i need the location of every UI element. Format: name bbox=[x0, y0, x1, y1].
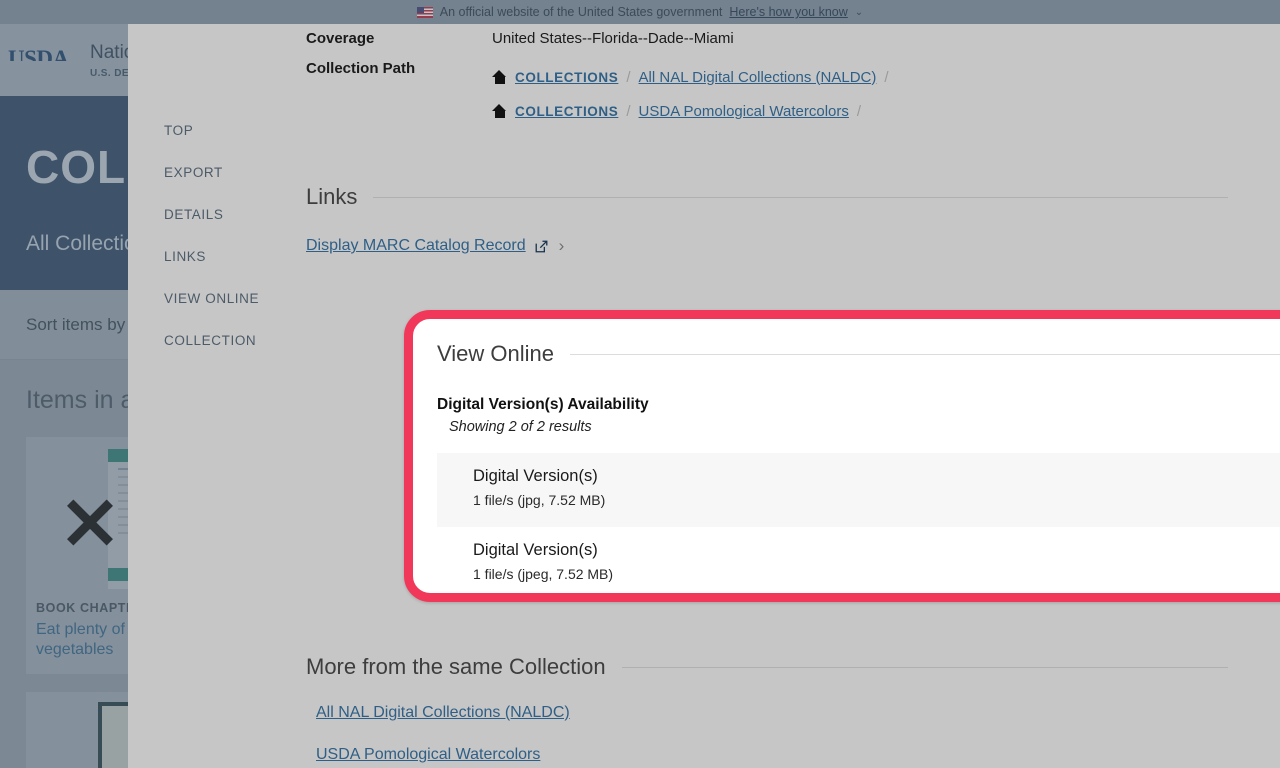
view-online-heading: View Online bbox=[437, 341, 554, 366]
record-detail-panel: Coverage United States--Florida--Dade--M… bbox=[128, 24, 1280, 768]
nav-item-top[interactable]: TOP bbox=[164, 110, 284, 152]
external-link-icon bbox=[535, 240, 548, 253]
breadcrumb-separator: / bbox=[856, 102, 862, 120]
view-online-header: View Online bbox=[437, 341, 1280, 367]
results-count: Showing 2 of 2 results bbox=[449, 419, 592, 435]
breadcrumb-root-link[interactable]: COLLECTIONS bbox=[515, 70, 618, 85]
table-row[interactable]: Digital Version(s) 1 file/s (jpg, 7.52 M… bbox=[437, 453, 1280, 527]
nav-item-details[interactable]: DETAILS bbox=[164, 194, 284, 236]
heres-how-you-know-link[interactable]: Here's how you know bbox=[729, 5, 847, 19]
metadata-row-collection-path: Collection Path COLLECTIONS / All NAL Di… bbox=[128, 60, 1280, 128]
us-flag-icon bbox=[416, 6, 433, 18]
breadcrumb-root-link[interactable]: COLLECTIONS bbox=[515, 104, 618, 119]
digital-version-meta: 1 file/s (jpg, 7.52 MB) bbox=[473, 492, 606, 508]
view-online-section-highlighted: View Online Digital Version(s) Availabil… bbox=[404, 310, 1280, 602]
usda-logo[interactable]: USDA bbox=[8, 47, 78, 73]
more-collection-heading: More from the same Collection bbox=[306, 654, 606, 679]
breadcrumb-child-link[interactable]: USDA Pomological Watercolors bbox=[639, 103, 849, 120]
chevron-down-icon[interactable]: ⌄ bbox=[855, 7, 863, 18]
breadcrumb-child-link[interactable]: All NAL Digital Collections (NALDC) bbox=[639, 69, 877, 86]
breadcrumb-separator: / bbox=[626, 102, 631, 120]
breadcrumb-separator: / bbox=[884, 68, 889, 86]
breadcrumb: COLLECTIONS / USDA Pomological Watercolo… bbox=[492, 94, 889, 128]
more-collection-link-pomological[interactable]: USDA Pomological Watercolors bbox=[316, 746, 540, 764]
digital-version-meta: 1 file/s (jpeg, 7.52 MB) bbox=[473, 566, 614, 582]
digital-versions-list: Digital Version(s) 1 file/s (jpg, 7.52 M… bbox=[437, 453, 1280, 601]
nav-item-view-online[interactable]: VIEW ONLINE bbox=[164, 278, 284, 320]
section-divider bbox=[373, 196, 1228, 198]
digital-version-name: Digital Version(s) bbox=[473, 467, 598, 485]
links-section-header: Links bbox=[306, 184, 1228, 210]
nav-item-collection[interactable]: COLLECTION bbox=[164, 320, 284, 362]
nav-item-export[interactable]: EXPORT bbox=[164, 152, 284, 194]
links-heading: Links bbox=[306, 184, 358, 209]
home-icon bbox=[492, 70, 507, 84]
nav-item-links[interactable]: LINKS bbox=[164, 236, 284, 278]
gov-banner-text: An official website of the United States… bbox=[439, 5, 723, 19]
digital-version-name: Digital Version(s) bbox=[473, 541, 598, 559]
sort-label: Sort items by bbox=[26, 314, 126, 334]
record-metadata: Coverage United States--Florida--Dade--M… bbox=[128, 24, 1280, 128]
chevron-right-icon[interactable]: › bbox=[559, 236, 565, 256]
broken-image-icon bbox=[62, 493, 118, 549]
section-divider bbox=[570, 353, 1280, 355]
metadata-label: Collection Path bbox=[306, 60, 416, 77]
availability-title: Digital Version(s) Availability bbox=[437, 396, 649, 413]
government-banner: An official website of the United States… bbox=[0, 0, 1280, 24]
link-row-marc[interactable]: Display MARC Catalog Record › bbox=[306, 236, 1280, 256]
metadata-value: United States--Florida--Dade--Miami bbox=[492, 30, 734, 47]
section-divider bbox=[621, 666, 1228, 668]
metadata-row-coverage: Coverage United States--Florida--Dade--M… bbox=[128, 30, 1280, 56]
table-row[interactable]: Digital Version(s) 1 file/s (jpeg, 7.52 … bbox=[437, 527, 1280, 601]
more-collection-link-naldc[interactable]: All NAL Digital Collections (NALDC) bbox=[316, 704, 570, 722]
collection-path-list: COLLECTIONS / All NAL Digital Collection… bbox=[492, 60, 889, 128]
display-marc-catalog-record-link[interactable]: Display MARC Catalog Record bbox=[306, 237, 526, 255]
home-icon bbox=[492, 104, 507, 118]
breadcrumb-separator: / bbox=[626, 68, 631, 86]
metadata-label: Coverage bbox=[306, 30, 375, 47]
breadcrumb: COLLECTIONS / All NAL Digital Collection… bbox=[492, 60, 889, 94]
more-collection-header: More from the same Collection bbox=[306, 654, 1228, 680]
more-from-collection-section: More from the same Collection All NAL Di… bbox=[306, 654, 1280, 764]
record-section-nav: TOP EXPORT DETAILS LINKS VIEW ONLINE COL… bbox=[164, 110, 284, 362]
